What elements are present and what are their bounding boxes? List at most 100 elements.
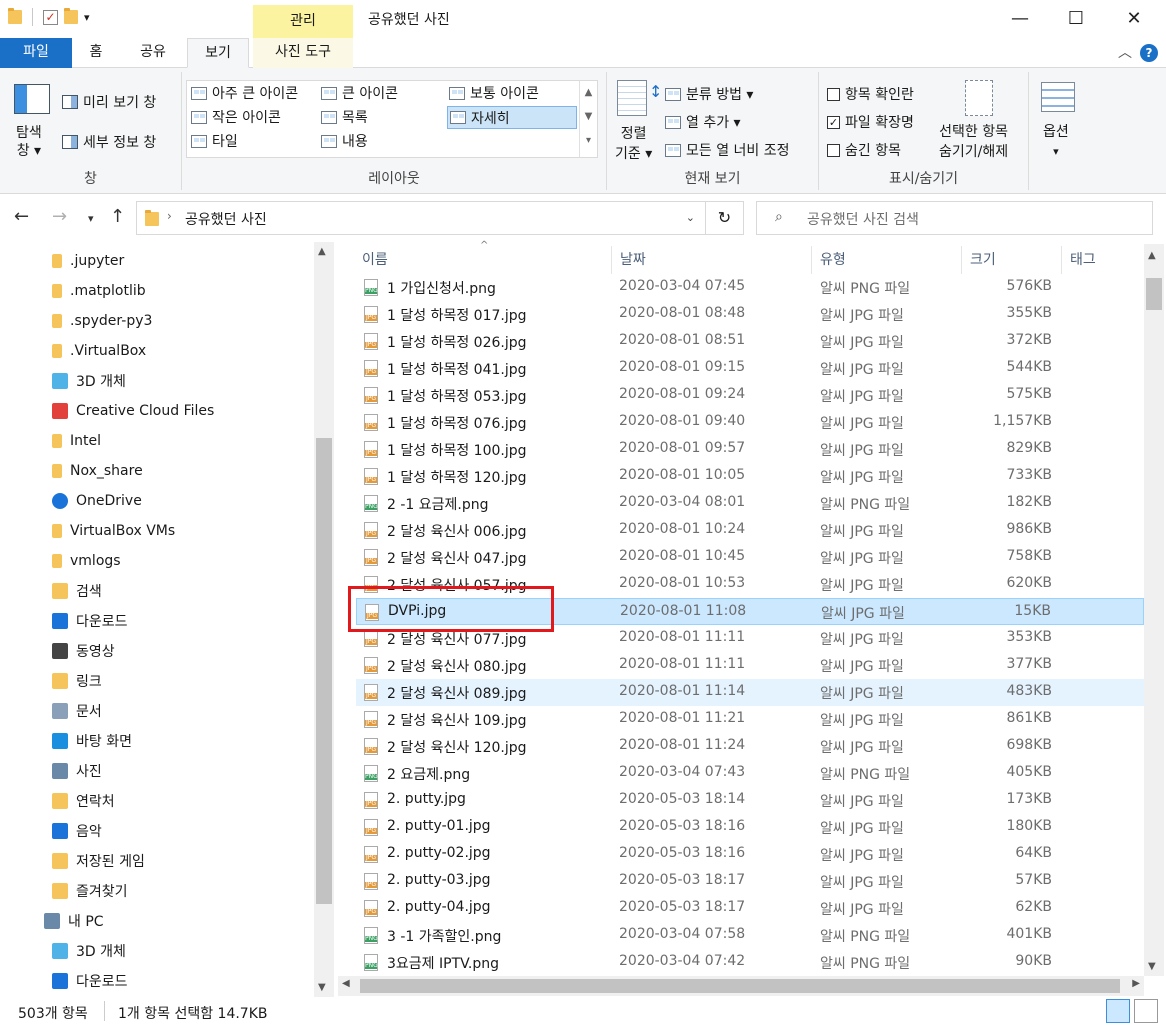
new-folder-icon[interactable]	[64, 8, 78, 24]
layout-tiles[interactable]: 타일	[191, 131, 238, 151]
address-dropdown-icon[interactable]: ⌄	[686, 211, 695, 224]
nav-item[interactable]: 링크	[0, 666, 312, 696]
large-icons-view-icon[interactable]	[1134, 999, 1158, 1023]
file-row[interactable]: 2. putty-01.jpg 2020-05-03 18:16 알씨 JPG 파일…	[356, 814, 1144, 841]
layout-large-icons[interactable]: 큰 아이콘	[321, 83, 398, 103]
scroll-down-icon[interactable]: ▼	[318, 982, 326, 993]
options-button[interactable]: 옵션 ▾	[1043, 122, 1069, 162]
file-row[interactable]: 2 달성 육신사 120.jpg 2020-08-01 11:24 알씨 JPG 파…	[356, 733, 1144, 760]
address-bar[interactable]: › 공유했던 사진 ⌄ ↻	[136, 201, 744, 235]
search-box[interactable]: ⌕ 공유했던 사진 검색	[756, 201, 1153, 235]
file-row[interactable]: 1 가입신청서.png 2020-03-04 07:45 알씨 PNG 파일 576K…	[356, 274, 1144, 301]
file-row[interactable]: 1 달성 하목정 120.jpg 2020-08-01 10:05 알씨 JPG 파…	[356, 463, 1144, 490]
nav-item[interactable]: 바탕 화면	[0, 726, 312, 756]
sort-by-button[interactable]: 정렬 기준 ▾	[615, 124, 652, 164]
fit-columns-button[interactable]: 모든 열 너비 조정	[665, 140, 790, 160]
nav-item[interactable]: 3D 개체	[0, 936, 312, 966]
nav-item[interactable]: 동영상	[0, 636, 312, 666]
nav-item[interactable]: 연락처	[0, 786, 312, 816]
item-checkboxes-toggle[interactable]: 항목 확인란	[827, 84, 914, 104]
file-row[interactable]: 1 달성 하목정 041.jpg 2020-08-01 09:15 알씨 JPG 파…	[356, 355, 1144, 382]
nav-item[interactable]: Intel	[0, 426, 312, 456]
file-row[interactable]: 1 달성 하목정 017.jpg 2020-08-01 08:48 알씨 JPG 파…	[356, 301, 1144, 328]
navigation-pane-icon[interactable]	[14, 84, 50, 114]
file-row[interactable]: 2 달성 육신사 089.jpg 2020-08-01 11:14 알씨 JPG 파…	[356, 679, 1144, 706]
customize-toolbar-icon[interactable]: ▾	[84, 11, 90, 24]
scroll-left-icon[interactable]: ◀	[342, 978, 350, 989]
file-row[interactable]: 3요금제 IPTV.png 2020-03-04 07:42 알씨 PNG 파일 90…	[356, 949, 1144, 976]
nav-item[interactable]: 문서	[0, 696, 312, 726]
column-date[interactable]: 날짜	[612, 246, 812, 274]
column-name[interactable]: 이름	[354, 246, 612, 274]
nav-item[interactable]: 저장된 게임	[0, 846, 312, 876]
minimize-button[interactable]: —	[990, 0, 1050, 38]
horizontal-scroll-thumb[interactable]	[360, 979, 1120, 993]
layout-details[interactable]: 자세히	[447, 106, 577, 129]
folder-icon[interactable]	[8, 8, 22, 24]
list-horizontal-scrollbar[interactable]: ◀ ▶	[338, 976, 1144, 996]
breadcrumb-chevron-icon[interactable]: ›	[167, 209, 172, 223]
add-column-button[interactable]: 열 추가 ▾	[665, 112, 741, 132]
file-row[interactable]: 1 달성 하목정 026.jpg 2020-08-01 08:51 알씨 JPG 파…	[356, 328, 1144, 355]
navigation-pane-button[interactable]: 탐색 창 ▾	[16, 124, 42, 160]
scroll-up-icon[interactable]: ▲	[1148, 250, 1156, 261]
file-row[interactable]: 2 달성 육신사 006.jpg 2020-08-01 10:24 알씨 JPG 파…	[356, 517, 1144, 544]
back-icon[interactable]: ←	[14, 206, 29, 227]
nav-item[interactable]: 즐겨찾기	[0, 876, 312, 906]
column-type[interactable]: 유형	[812, 246, 962, 274]
file-row[interactable]: 1 달성 하목정 053.jpg 2020-08-01 09:24 알씨 JPG 파…	[356, 382, 1144, 409]
column-tags[interactable]: 태그	[1062, 246, 1144, 274]
file-row[interactable]: 2. putty-04.jpg 2020-05-03 18:17 알씨 JPG 파일…	[356, 895, 1144, 922]
nav-scroll-thumb[interactable]	[316, 438, 332, 904]
file-extensions-toggle[interactable]: ✓ 파일 확장명	[827, 112, 914, 132]
nav-item[interactable]: 다운로드	[0, 606, 312, 636]
file-row[interactable]: 2 달성 육신사 109.jpg 2020-08-01 11:21 알씨 JPG 파…	[356, 706, 1144, 733]
file-extensions-checkbox[interactable]: ✓	[827, 115, 840, 129]
hidden-items-checkbox[interactable]	[827, 143, 840, 157]
nav-item[interactable]: 음악	[0, 816, 312, 846]
layout-content[interactable]: 내용	[321, 131, 368, 151]
tab-home[interactable]: 홈	[72, 38, 120, 68]
group-by-button[interactable]: 분류 방법 ▾	[665, 84, 753, 104]
search-input[interactable]: 공유했던 사진 검색	[807, 209, 919, 229]
nav-item[interactable]: OneDrive	[0, 486, 312, 516]
file-row[interactable]: 1 달성 하목정 076.jpg 2020-08-01 09:40 알씨 JPG 파…	[356, 409, 1144, 436]
list-scroll-thumb[interactable]	[1146, 278, 1162, 310]
file-row[interactable]: 2. putty.jpg 2020-05-03 18:14 알씨 JPG 파일 173…	[356, 787, 1144, 814]
nav-item[interactable]: .matplotlib	[0, 276, 312, 306]
nav-item[interactable]: 사진	[0, 756, 312, 786]
recent-locations-icon[interactable]: ▾	[88, 212, 94, 225]
nav-item[interactable]: 3D 개체	[0, 366, 312, 396]
layout-scroll[interactable]: ▲ ▼ ▾	[579, 81, 597, 157]
tab-picture-tools[interactable]: 사진 도구	[253, 38, 353, 68]
file-row[interactable]: 2. putty-03.jpg 2020-05-03 18:17 알씨 JPG 파일…	[356, 868, 1144, 895]
item-checkboxes-checkbox[interactable]	[827, 87, 840, 101]
file-row[interactable]: 2 요금제.png 2020-03-04 07:43 알씨 PNG 파일 405KB	[356, 760, 1144, 787]
file-row[interactable]: 2 -1 요금제.png 2020-03-04 08:01 알씨 PNG 파일 182…	[356, 490, 1144, 517]
nav-item[interactable]: vmlogs	[0, 546, 312, 576]
maximize-button[interactable]: ☐	[1046, 0, 1106, 38]
nav-item[interactable]: Creative Cloud Files	[0, 396, 312, 426]
refresh-icon[interactable]: ↻	[705, 202, 743, 234]
tab-share[interactable]: 공유	[124, 38, 182, 68]
hide-selected-button[interactable]: 선택한 항목 숨기기/해제	[939, 122, 1008, 162]
scroll-down-icon[interactable]: ▼	[1148, 961, 1156, 972]
preview-pane-button[interactable]: 미리 보기 창	[62, 92, 156, 112]
manage-context-tab[interactable]: 관리	[253, 5, 353, 38]
nav-item[interactable]: 내 PC	[0, 906, 312, 936]
nav-item[interactable]: .jupyter	[0, 246, 312, 276]
column-size[interactable]: 크기	[962, 246, 1062, 274]
nav-item[interactable]: VirtualBox VMs	[0, 516, 312, 546]
tab-file[interactable]: 파일	[0, 38, 72, 68]
scroll-right-icon[interactable]: ▶	[1132, 978, 1140, 989]
properties-icon[interactable]: ✓	[43, 9, 58, 25]
nav-item[interactable]: .VirtualBox	[0, 336, 312, 366]
nav-item[interactable]: 검색	[0, 576, 312, 606]
details-pane-button[interactable]: 세부 정보 창	[62, 132, 156, 152]
help-icon[interactable]: ?	[1140, 44, 1158, 62]
nav-item[interactable]: .spyder-py3	[0, 306, 312, 336]
scroll-up-icon[interactable]: ▲	[318, 246, 326, 257]
nav-item[interactable]: Nox_share	[0, 456, 312, 486]
hidden-items-toggle[interactable]: 숨긴 항목	[827, 140, 901, 160]
file-row[interactable]: 3 -1 가족할인.png 2020-03-04 07:58 알씨 PNG 파일 40…	[356, 922, 1144, 949]
